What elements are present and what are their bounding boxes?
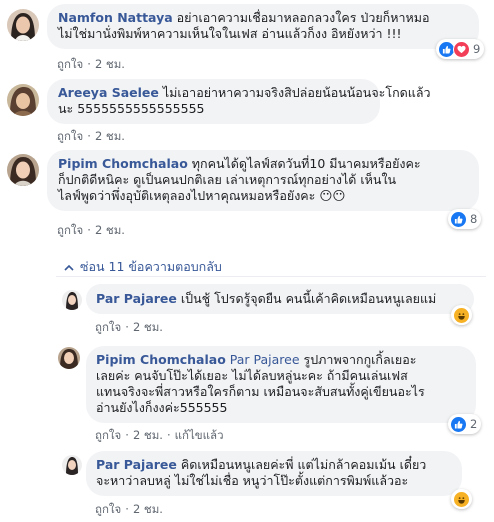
reply-text-line: เป็นชู้ โปรดรู้จุดยืน คนนี้เค้าคิดเหมือน… <box>180 291 437 306</box>
timestamp[interactable]: 2 ชม. <box>95 57 125 71</box>
comment-text-line: อย่าเอาความเชื่อมาหลอกลวงใคร ป่วยก็หาหมอ <box>176 10 430 25</box>
chevron-up-icon <box>64 264 74 271</box>
reaction-summary[interactable] <box>451 305 472 325</box>
avatar[interactable] <box>7 84 39 116</box>
reply-text-line: เลยค่ะ คนจับโป๊ะได้เยอะ ไม่ได้ลบหลู่นะคะ… <box>96 368 408 383</box>
comment-author[interactable]: Areeya Saelee <box>58 85 159 100</box>
reply: Pipim Chomchalao Par Pajaree รูปภาพจากกู… <box>0 340 494 445</box>
timestamp[interactable]: 2 ชม. <box>133 320 163 334</box>
hide-replies-button[interactable]: ซ่อน 11 ข้อความตอบกลับ <box>64 257 222 277</box>
comment-actions: ถูกใจ · 2 ชม. <box>57 129 125 143</box>
avatar[interactable] <box>62 290 82 310</box>
comment-author[interactable]: Pipim Chomchalao <box>58 156 188 171</box>
haha-icon <box>453 306 470 324</box>
comment-text-line: ไม่เอาอย่าหาความจริงสิปล่อยน้อนน้อนจะโกด… <box>162 85 431 100</box>
comment-bubble: Pipim Chomchalao ทุกคนได้ดูไลฟ์สดวันที่1… <box>47 150 479 211</box>
timestamp[interactable]: 2 ชม. <box>133 502 163 516</box>
comment-author[interactable]: Namfon Nattaya <box>58 10 173 25</box>
like-button[interactable]: ถูกใจ <box>57 223 83 237</box>
reply-bubble: Par Pajaree เป็นชู้ โปรดรู้จุดยืน คนนี้เ… <box>86 284 474 314</box>
like-button[interactable]: ถูกใจ <box>57 57 83 71</box>
divider <box>56 276 486 277</box>
comment-bubble: Namfon Nattaya อย่าเอาความเชื่อมาหลอกลวง… <box>47 4 479 49</box>
avatar-photo-icon <box>7 84 39 116</box>
avatar-photo-icon <box>62 455 82 475</box>
like-icon <box>450 210 467 228</box>
comment: Areeya Saelee ไม่เอาอย่าหาความจริงสิปล่อ… <box>0 75 494 145</box>
avatar[interactable] <box>7 9 39 41</box>
reply-text-line: จะหาว่าลบหลู่ ไม่ใช่ไม่เชื่อ หนูว่าโป๊ะต… <box>96 473 409 488</box>
comment-bubble: Areeya Saelee ไม่เอาอย่าหาความจริงสิปล่อ… <box>47 79 431 124</box>
like-button[interactable]: ถูกใจ <box>95 502 121 516</box>
reply-author[interactable]: Par Pajaree <box>96 457 177 472</box>
reply: Par Pajaree คิดเหมือนหนูเลยค่ะพี่ แต่ไม่… <box>0 445 494 522</box>
reaction-summary[interactable]: 9 <box>436 39 485 59</box>
like-icon <box>450 415 467 433</box>
comment-actions: ถูกใจ · 2 ชม. <box>57 223 125 237</box>
reply-text-line: รูปภาพจากกูเกิ้ลเยอะ <box>303 352 417 367</box>
reaction-count: 9 <box>473 42 481 56</box>
comment-text-line: ไลฟ์พูดว่าพึ่งอุบัติเหตุลองไปหาคุณหมอหรื… <box>58 188 346 203</box>
comment: Namfon Nattaya อย่าเอาความเชื่อมาหลอกลวง… <box>0 0 494 75</box>
comment-actions: ถูกใจ · 2 ชม. <box>57 57 125 71</box>
comment: Pipim Chomchalao ทุกคนได้ดูไลฟ์สดวันที่1… <box>0 145 494 242</box>
reply-text-line: แทนจริงจะพี่สาวหรือใครก็ตาม เหมือนจะสับส… <box>96 384 425 399</box>
reply-author[interactable]: Pipim Chomchalao <box>96 352 226 367</box>
avatar-photo-icon <box>58 347 80 369</box>
reaction-summary[interactable]: 8 <box>448 209 482 229</box>
mention-link[interactable]: Par Pajaree <box>230 352 300 367</box>
reply-author[interactable]: Par Pajaree <box>96 291 177 306</box>
reply-bubble: Pipim Chomchalao Par Pajaree รูปภาพจากกู… <box>86 346 476 423</box>
hide-replies-label: ซ่อน 11 ข้อความตอบกลับ <box>80 259 222 274</box>
like-button[interactable]: ถูกใจ <box>95 320 121 334</box>
avatar[interactable] <box>62 455 82 475</box>
love-icon <box>453 40 470 58</box>
reply-text-line: คิดเหมือนหนูเลยค่ะพี่ แต่ไม่กล้าคอมเม้น … <box>180 457 427 472</box>
avatar[interactable] <box>7 154 39 186</box>
avatar-photo-icon <box>62 290 82 310</box>
timestamp[interactable]: 2 ชม. <box>95 223 125 237</box>
reaction-count: 8 <box>470 212 478 226</box>
reply: Par Pajaree เป็นชู้ โปรดรู้จุดยืน คนนี้เ… <box>0 282 494 340</box>
timestamp[interactable]: 2 ชม. <box>133 428 163 442</box>
reaction-summary[interactable]: 2 <box>448 414 482 434</box>
comment-text-line: ทุกคนได้ดูไลฟ์สดวันที่10 มีนาคมหรือยังคะ <box>191 156 421 171</box>
avatar-photo-icon <box>7 154 39 186</box>
edited-label[interactable]: แก้ไขแล้ว <box>175 428 224 442</box>
comment-text-line: ก็ปกติดีหนิคะ ดูเป็นคนปกติเลย เล่าเหตุกา… <box>58 172 397 187</box>
like-button[interactable]: ถูกใจ <box>95 428 121 442</box>
reply-actions: ถูกใจ · 2 ชม. · แก้ไขแล้ว <box>95 428 224 442</box>
timestamp[interactable]: 2 ชม. <box>95 129 125 143</box>
reply-actions: ถูกใจ · 2 ชม. <box>95 502 163 516</box>
reaction-summary[interactable] <box>451 489 472 509</box>
haha-icon <box>453 490 470 508</box>
reply-text-line: อ่านยังไงก็งงค่ะ555555 <box>96 400 228 415</box>
reply-actions: ถูกใจ · 2 ชม. <box>95 320 163 334</box>
avatar-photo-icon <box>7 9 39 41</box>
reply-bubble: Par Pajaree คิดเหมือนหนูเลยค่ะพี่ แต่ไม่… <box>86 451 462 496</box>
like-button[interactable]: ถูกใจ <box>57 129 83 143</box>
comment-text-line: ไม่ใช่มานั่งพิมพ์หาความเห็นใจในเฟส อ่านแ… <box>58 26 402 41</box>
reaction-count: 2 <box>470 417 478 431</box>
avatar[interactable] <box>58 347 80 369</box>
comment-text-line: นะ 5555555555555555 <box>58 101 205 116</box>
